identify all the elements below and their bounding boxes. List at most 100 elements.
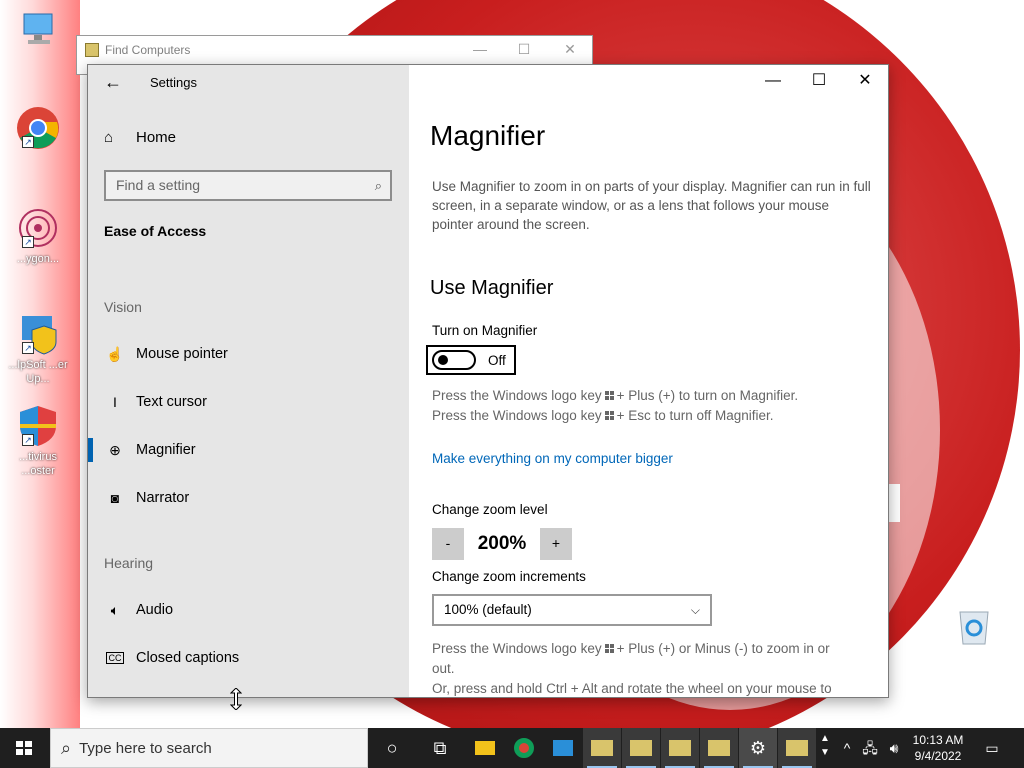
volume-icon[interactable]: 🔊︎ <box>884 728 904 768</box>
find-computers-app-icon <box>85 43 99 57</box>
desktop-icon-label: ...lpSoft ...er Up... <box>8 359 68 385</box>
closed-captions-icon: CC <box>106 652 124 664</box>
hint-turn-off: Press the Windows logo key + Esc to turn … <box>432 406 774 426</box>
file-explorer-icon[interactable] <box>466 728 504 768</box>
settings-content: — ☐ ✕ Magnifier Use Magnifier to zoom in… <box>409 65 888 697</box>
settings-gear-icon[interactable]: ⚙ <box>739 728 777 768</box>
toggle-knob <box>438 355 448 365</box>
narrator-icon: ◙ <box>110 490 120 506</box>
shortcut-arrow-icon: ↗ <box>22 342 34 354</box>
zoom-increments-value: 100% (default) <box>444 602 532 617</box>
page-description: Use Magnifier to zoom in on parts of you… <box>432 179 871 232</box>
desktop-icon-this-pc[interactable] <box>8 8 68 52</box>
nav-item-audio[interactable]: 🔈︎ Audio <box>88 590 409 630</box>
desktop-icon-antivirus[interactable]: ↗ ...tivirus ...oster <box>8 404 68 478</box>
cortana-icon[interactable]: ○ <box>373 728 411 768</box>
zoom-out-button[interactable]: - <box>432 528 464 560</box>
find-computers-task-icon[interactable] <box>583 728 621 768</box>
task-view-icon[interactable]: ⧉ <box>421 728 459 768</box>
find-computers-task-icon[interactable] <box>700 728 738 768</box>
zoom-hint-line3: Or, press and hold Ctrl + Alt and rotate… <box>432 681 832 696</box>
settings-window[interactable]: ← Settings ⌂ Home Find a setting ⌕ Ease … <box>87 64 889 698</box>
notifications-icon[interactable]: ▭ <box>978 728 1006 768</box>
recycle-bin-icon[interactable] <box>952 602 996 646</box>
nav-item-label: Mouse pointer <box>136 346 228 362</box>
nav-item-mouse-pointer[interactable]: ☝ Mouse pointer <box>88 334 409 374</box>
section-title: Use Magnifier <box>430 277 554 299</box>
nav-item-label: Closed captions <box>136 650 240 666</box>
close-button[interactable]: ✕ <box>547 40 593 60</box>
clock[interactable]: 10:13 AM 9/4/2022 <box>902 732 974 764</box>
nav-home-label: Home <box>136 129 177 146</box>
nav-item-closed-captions[interactable]: CC Closed captions <box>88 638 409 678</box>
desktop-icon-chrome[interactable]: ↗ <box>8 106 68 150</box>
find-setting-input[interactable]: Find a setting ⌕ <box>104 170 392 201</box>
maximize-button[interactable]: ☐ <box>796 65 842 97</box>
settings-nav: ← Settings ⌂ Home Find a setting ⌕ Ease … <box>88 65 409 697</box>
search-icon: ⌕ <box>61 737 72 758</box>
maximize-button[interactable]: ☐ <box>501 40 547 60</box>
windows-logo-icon <box>604 411 614 420</box>
nav-item-label: Narrator <box>136 490 190 506</box>
nav-item-text-cursor[interactable]: I Text cursor <box>88 382 409 422</box>
page-title: Magnifier <box>430 120 546 151</box>
close-button[interactable]: ✕ <box>842 65 888 97</box>
chevron-down-icon: ⌵ <box>690 603 700 617</box>
desktop-icon-helpsoft[interactable]: ↗ ...lpSoft ...er Up... <box>8 312 68 386</box>
back-arrow-icon[interactable]: ← <box>104 73 124 93</box>
zoom-level-control: - 200% + <box>432 528 572 560</box>
network-icon[interactable]: 🖧 <box>860 728 880 768</box>
zoom-hint: Press the Windows logo key + Plus (+) or … <box>432 639 872 659</box>
start-button[interactable] <box>0 728 48 768</box>
zoom-hint-line2: out. <box>432 661 455 676</box>
toggle-switch[interactable] <box>432 350 476 370</box>
nav-item-narrator[interactable]: ◙ Narrator <box>88 478 409 518</box>
resize-cursor-icon <box>229 687 243 711</box>
zoom-level-label: Change zoom level <box>432 502 548 517</box>
clock-time: 10:13 AM <box>912 733 964 747</box>
mouse-pointer-icon: ☝ <box>106 345 124 362</box>
windows-logo-icon <box>16 741 32 755</box>
taskbar-scroll[interactable]: ▲ ▼ <box>818 728 832 768</box>
find-computers-task-icon[interactable] <box>622 728 660 768</box>
nav-home[interactable]: ⌂ Home <box>104 129 176 146</box>
chevron-up-icon[interactable]: ^ <box>838 728 856 768</box>
minimize-button[interactable]: — <box>457 40 503 60</box>
nav-item-label: Text cursor <box>136 394 207 410</box>
zoom-value: 200% <box>477 533 527 554</box>
windows-logo-icon <box>604 391 614 400</box>
make-bigger-link[interactable]: Make everything on my computer bigger <box>432 451 673 466</box>
toggle-label: Turn on Magnifier <box>432 323 538 338</box>
hint-text: + Plus (+) or Minus (-) to zoom in or <box>616 641 830 656</box>
computer-icon <box>16 8 60 52</box>
zoom-increments-select[interactable]: 100% (default) ⌵ <box>432 594 712 626</box>
desktop-icon-label: ...tivirus ...oster <box>19 451 57 477</box>
chrome-icon[interactable] <box>505 728 543 768</box>
hint-text: + Plus (+) to turn on Magnifier. <box>616 388 799 403</box>
nav-item-label: Audio <box>136 602 174 618</box>
nav-group-title: Ease of Access <box>104 223 207 239</box>
find-computers-task-icon[interactable] <box>661 728 699 768</box>
window-title: Settings <box>150 75 197 90</box>
search-icon: ⌕ <box>374 178 382 193</box>
home-icon: ⌂ <box>104 129 114 146</box>
shortcut-arrow-icon: ↗ <box>22 236 34 248</box>
photos-icon[interactable] <box>544 728 582 768</box>
find-computers-title: Find Computers <box>105 43 191 57</box>
nav-item-label: Magnifier <box>136 442 196 458</box>
find-computers-task-icon[interactable] <box>778 728 816 768</box>
taskbar-search-placeholder: Type here to search <box>79 739 212 757</box>
magnifier-toggle[interactable]: Off <box>426 345 516 375</box>
hint-turn-on: Press the Windows logo key + Plus (+) to … <box>432 386 798 406</box>
hint-text: Press the Windows logo key <box>432 641 602 656</box>
nav-item-magnifier[interactable]: ⊕ Magnifier <box>88 430 409 470</box>
text-cursor-icon: I <box>113 394 117 410</box>
desktop-icon-polygon[interactable]: ↗ ...ygon... <box>8 206 68 266</box>
taskbar-search[interactable]: ⌕ Type here to search <box>50 728 368 768</box>
taskbar: ⌕ Type here to search ○ ⧉ ⚙ ▲ ▼ ^ 🖧 🔊︎ 10… <box>0 728 1024 768</box>
zoom-in-button[interactable]: + <box>540 528 572 560</box>
clock-date: 9/4/2022 <box>914 749 962 763</box>
shortcut-arrow-icon: ↗ <box>22 434 34 446</box>
find-setting-placeholder: Find a setting <box>116 177 201 193</box>
minimize-button[interactable]: — <box>750 65 796 97</box>
